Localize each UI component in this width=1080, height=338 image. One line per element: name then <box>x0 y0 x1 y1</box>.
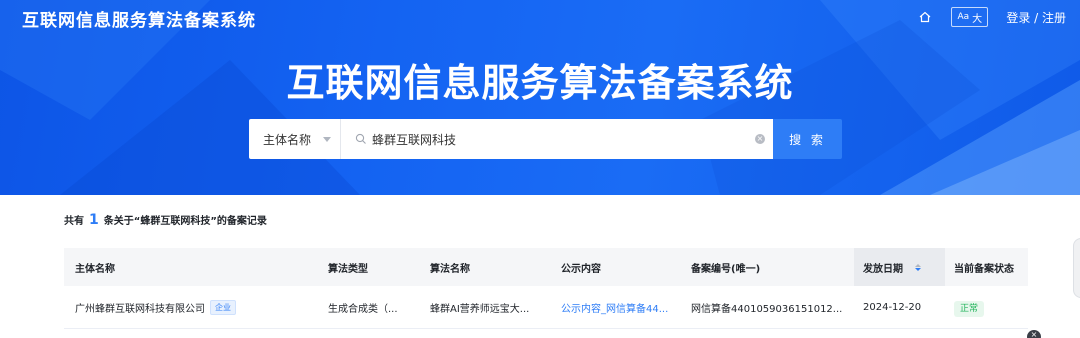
search-bar: 主体名称 × 搜 索 <box>249 119 842 159</box>
search-type-select[interactable]: 主体名称 <box>249 119 341 159</box>
search-input[interactable] <box>372 132 742 146</box>
summary-prefix: 共有 <box>64 216 84 227</box>
site-title[interactable]: 互联网信息服务算法备案系统 <box>22 6 256 31</box>
cell-status: 正常 <box>945 300 1028 317</box>
col-disclosure: 公示内容 <box>561 263 601 275</box>
col-algo-name: 算法名称 <box>430 263 470 275</box>
col-status: 当前备案状态 <box>954 263 1014 275</box>
results-table: 主体名称 算法类型 算法名称 公示内容 备案编号(唯一) 发放日期 当前备案状态… <box>64 248 1028 329</box>
font-toggle-big: 大 <box>972 13 983 25</box>
status-badge: 正常 <box>954 300 985 317</box>
disclosure-link[interactable]: 公示内容_网信算备44... <box>552 300 682 315</box>
entity-name: 广州蜂群互联网科技有限公司 <box>75 303 205 315</box>
table-header: 主体名称 算法类型 算法名称 公示内容 备案编号(唯一) 发放日期 当前备案状态 <box>64 248 1028 286</box>
search-type-label: 主体名称 <box>263 132 312 147</box>
hero-banner: 互联网信息服务算法备案系统 Aa 大 登录 / 注册 互联网信息服务算法备案系统… <box>0 0 1080 195</box>
clear-icon[interactable]: × <box>755 134 765 144</box>
search-button[interactable]: 搜 索 <box>773 119 842 159</box>
home-icon[interactable] <box>919 10 933 24</box>
cell-record-no: 网信算备4401059036151012... <box>691 303 843 315</box>
col-issue-date[interactable]: 发放日期 <box>854 248 945 286</box>
col-algo-type: 算法类型 <box>328 263 368 275</box>
font-toggle-small: Aa <box>957 12 970 22</box>
caret-down-icon <box>323 136 332 142</box>
col-entity: 主体名称 <box>75 263 115 275</box>
entity-type-badge: 企业 <box>210 299 236 315</box>
sort-icon[interactable] <box>915 263 921 271</box>
col-record-no: 备案编号(唯一) <box>691 263 761 275</box>
login-register-link[interactable]: 登录 / 注册 <box>1006 9 1066 26</box>
search-field: × <box>341 119 773 159</box>
close-icon[interactable]: × <box>1027 330 1041 338</box>
result-count: 1 <box>89 212 99 228</box>
cell-algo-name: 蜂群AI营养师远宝大... <box>430 303 530 315</box>
side-drawer-handle[interactable] <box>1073 238 1080 298</box>
font-size-toggle[interactable]: Aa 大 <box>951 7 989 27</box>
result-summary: 共有 1 条关于“蜂群互联网科技”的备案记录 <box>64 212 267 228</box>
cell-algo-type: 生成合成类（... <box>328 303 398 315</box>
cell-entity: 广州蜂群互联网科技有限公司 企业 <box>64 299 319 315</box>
cell-issue-date: 2024-12-20 <box>863 301 922 313</box>
search-icon <box>355 133 366 144</box>
top-actions: Aa 大 登录 / 注册 <box>919 6 1066 28</box>
summary-suffix: 条关于“蜂群互联网科技”的备案记录 <box>103 216 267 227</box>
col-issue-date-label: 发放日期 <box>863 263 903 275</box>
table-row[interactable]: 广州蜂群互联网科技有限公司 企业 生成合成类（... 蜂群AI营养师远宝大...… <box>64 286 1028 329</box>
banner-title: 互联网信息服务算法备案系统 <box>286 61 794 105</box>
